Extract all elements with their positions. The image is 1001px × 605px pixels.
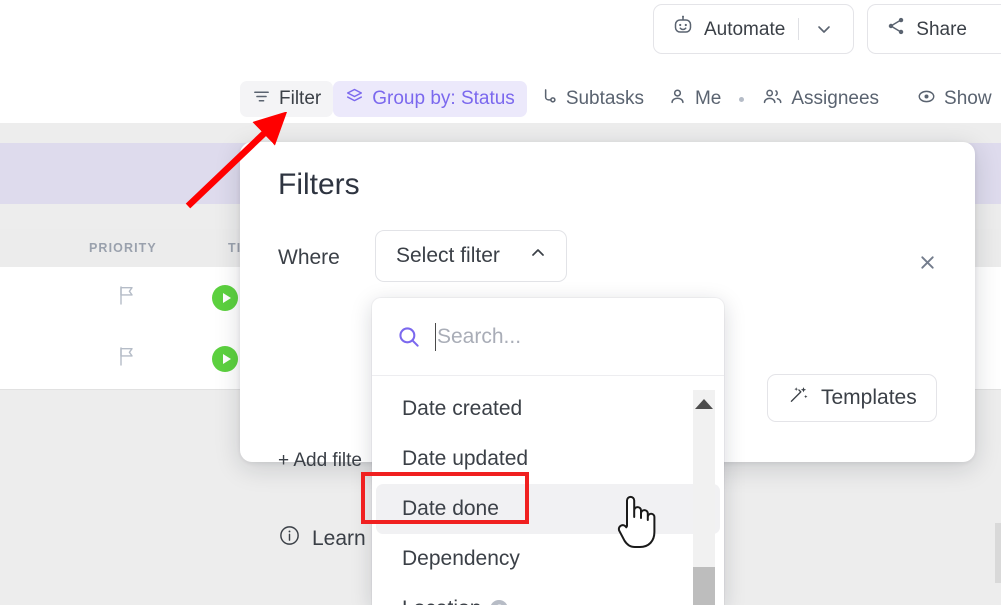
select-filter-dropdown[interactable]: Select filter [375,230,567,282]
eye-icon [917,87,936,112]
group-by-button[interactable]: Group by: Status [333,81,527,117]
magic-wand-icon [787,384,810,413]
close-icon [918,253,937,277]
learn-label: Learn [312,526,366,550]
list-item-dependency[interactable]: Dependency [376,534,720,584]
templates-button[interactable]: Templates [767,374,937,422]
help-icon[interactable]: ? [490,600,509,605]
chevron-up-icon [528,243,548,269]
filter-field-dropdown: Search... Date created Date updated Date… [372,298,724,605]
flag-icon[interactable] [116,283,138,312]
app-root: Automate Share Filter Group by: Status S… [0,0,1001,605]
search-row[interactable]: Search... [372,298,724,376]
play-icon[interactable] [212,284,238,311]
scrollbar-thumb[interactable] [693,567,715,605]
subtasks-label: Subtasks [565,88,644,109]
share-label: Share [916,18,967,40]
person-icon [668,87,687,112]
text-cursor [435,322,436,351]
column-header-priority: PRIORITY [89,241,157,255]
list-item-date-updated[interactable]: Date updated [376,434,720,484]
robot-icon [671,14,695,44]
list-item-date-created[interactable]: Date created [376,384,720,434]
me-label: Me [694,88,722,109]
search-icon [396,324,422,350]
chevron-down-icon[interactable] [812,17,836,41]
dropdown-scrollbar[interactable] [693,390,715,605]
select-filter-value: Select filter [396,244,500,267]
automate-button[interactable]: Automate [652,4,855,54]
automate-label: Automate [703,18,786,40]
subtasks-button[interactable]: Subtasks [527,81,656,117]
search-input[interactable]: Search... [437,325,521,349]
templates-label: Templates [821,386,917,409]
subtasks-icon [539,87,558,112]
list-item-location[interactable]: Location ? [376,584,720,605]
list-item-label: Location [402,597,481,605]
learn-link[interactable]: Learn [278,524,366,553]
play-icon[interactable] [212,345,238,372]
list-item-label: Date done [402,497,499,520]
assignees-label: Assignees [791,88,880,109]
list-item-label: Date updated [402,447,529,470]
triangle-up-icon[interactable] [695,399,713,409]
info-icon [278,524,301,553]
share-button[interactable]: Share [867,4,1001,54]
page-scrollbar[interactable] [995,523,1001,583]
close-dialog-button[interactable] [912,250,942,280]
time-tracker-cell[interactable] [212,284,238,311]
where-label: Where [278,246,340,269]
show-button[interactable]: Show [905,81,1001,117]
filter-icon [252,87,271,112]
view-toolbar: Filter Group by: Status Subtasks Me Assi… [0,75,1001,123]
filter-button[interactable]: Filter [240,81,334,117]
toolbar-separator-dot [739,96,745,102]
top-actions: Automate Share [652,4,1001,54]
top-bar: Automate Share [0,0,1001,62]
list-item-date-done[interactable]: Date done [376,484,720,534]
dialog-title: Filters [278,168,360,201]
list-item-label: Dependency [402,547,520,570]
show-label: Show [944,88,992,109]
layers-icon [345,87,364,112]
list-item-label: Date created [402,397,523,420]
me-button[interactable]: Me [656,81,733,117]
share-icon [885,15,907,43]
group-by-label: Group by: Status [372,88,515,109]
automate-divider [798,18,800,40]
add-filter-button[interactable]: + Add filte [278,450,362,472]
assignees-button[interactable]: Assignees [750,81,891,117]
filter-label: Filter [279,88,322,109]
people-icon [762,87,783,112]
flag-icon[interactable] [116,344,138,373]
filter-field-list: Date created Date updated Date done Depe… [372,376,724,605]
